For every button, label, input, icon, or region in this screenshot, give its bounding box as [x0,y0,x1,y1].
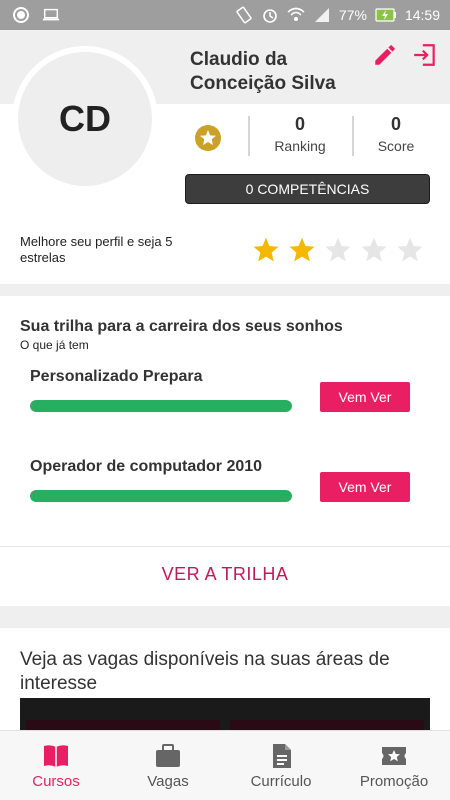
star-empty-icon [325,237,351,262]
ticket-star-icon [382,747,406,765]
bottom-navigation: Cursos Vagas Currículo Promoção [0,730,450,800]
vem-ver-button[interactable]: Vem Ver [320,472,410,502]
stat-divider [352,116,354,156]
star-filled-icon [289,237,315,262]
stat-divider [248,116,250,156]
nav-label: Currículo [250,773,312,790]
career-path-title: Sua trilha para a carreira dos seus sonh… [20,318,343,335]
job-thumbnail[interactable] [26,720,220,730]
profile-stats: 0 Ranking 0 Score [186,114,432,158]
course-name: Personalizado Prepara [30,368,203,385]
nav-item-promocao[interactable]: Promoção [338,731,450,800]
star-empty-icon [397,237,423,262]
battery-charging-icon [375,8,396,22]
document-icon [273,744,291,768]
status-bar: 77% 14:59 [0,0,450,30]
laptop-icon [42,8,60,21]
career-path-subtitle: O que já tem [20,338,89,352]
score-label: Score [377,138,415,154]
course-progress-fill [30,490,292,502]
record-icon [13,7,29,23]
edit-pencil-icon[interactable] [372,42,398,68]
nav-label: Cursos [32,773,80,790]
career-path-card: Sua trilha para a carreira dos seus sonh… [0,296,450,606]
alarm-icon [263,9,277,23]
card-divider [0,546,450,547]
course-progress-bar [30,490,292,502]
course-progress-fill [30,400,292,412]
book-icon [44,745,68,767]
signal-icon [314,8,329,22]
medal-star-icon [195,125,221,151]
nav-item-cursos[interactable]: Cursos [0,731,112,800]
profile-rating-stars [252,236,424,264]
rotate-icon [236,6,252,24]
profile-card: CD Claudio da Conceição Silva 0 Ranking … [0,30,450,284]
course-name: Operador de computador 2010 [30,458,263,475]
nav-label: Promoção [359,773,429,790]
ranking-stat: 0 Ranking [260,114,340,154]
star-empty-icon [361,237,387,262]
ranking-value: 0 [294,114,305,134]
ver-trilha-button[interactable]: VER A TRILHA [0,564,450,585]
competencias-button[interactable]: 0 COMPETÊNCIAS [185,174,430,204]
star-filled-icon [253,237,279,262]
avatar[interactable]: CD [18,52,152,186]
jobs-preview-image[interactable] [20,698,430,730]
vem-ver-button[interactable]: Vem Ver [320,382,410,412]
wifi-icon [287,7,305,21]
nav-item-vagas[interactable]: Vagas [112,731,224,800]
battery-percent: 77% [338,7,367,23]
score-value: 0 [390,114,401,134]
jobs-card-title: Veja as vagas disponíveis na suas áreas … [20,649,390,694]
nav-item-curriculo[interactable]: Currículo [225,731,337,800]
briefcase-icon [156,744,180,767]
job-thumbnail[interactable] [230,720,424,730]
clock-time: 14:59 [404,7,440,23]
logout-icon[interactable] [412,42,438,68]
course-progress-bar [30,400,292,412]
improve-profile-text: Melhore seu perfil e seja 5 estrelas [20,234,173,265]
score-stat: 0 Score [356,114,436,154]
user-name: Claudio da Conceição Silva [190,49,336,94]
jobs-card: Veja as vagas disponíveis na suas áreas … [0,628,450,730]
ranking-label: Ranking [274,138,326,154]
nav-label: Vagas [147,773,189,790]
